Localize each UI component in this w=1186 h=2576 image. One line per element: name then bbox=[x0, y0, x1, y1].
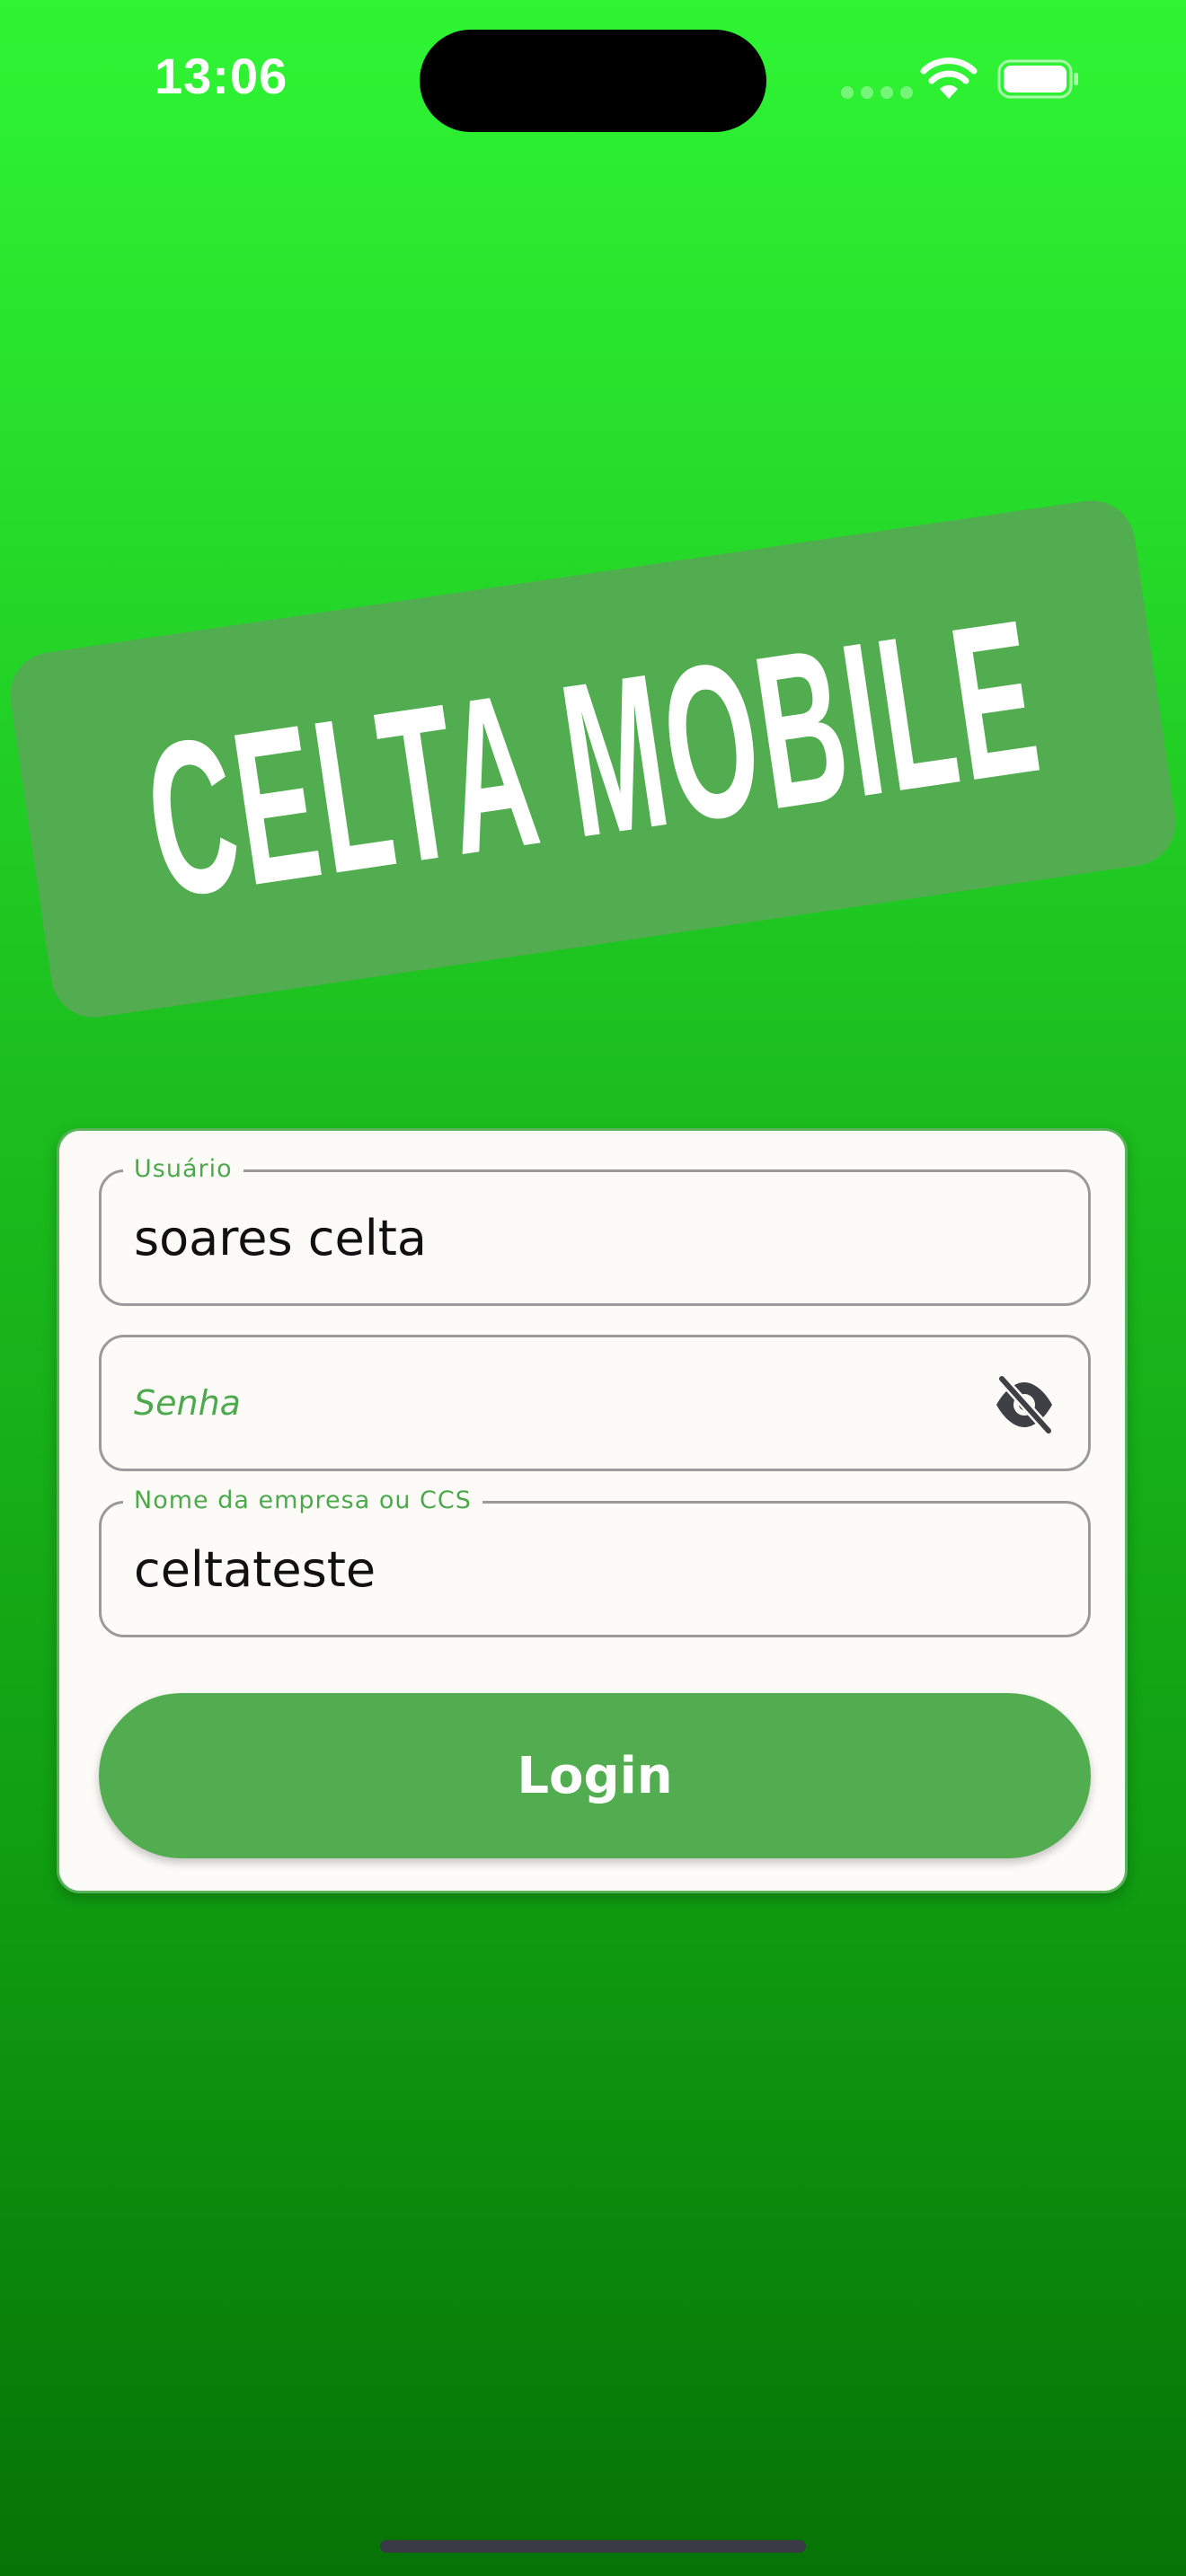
company-label: Nome da empresa ou CCS bbox=[123, 1486, 482, 1516]
password-placeholder: Senha bbox=[134, 1383, 241, 1423]
dynamic-island bbox=[420, 30, 766, 132]
company-value[interactable]: celtateste bbox=[134, 1541, 376, 1599]
login-card: Usuário soares celta Senha Nome da empre… bbox=[57, 1128, 1128, 1893]
password-field[interactable]: Senha bbox=[99, 1335, 1091, 1471]
login-button[interactable]: Login bbox=[99, 1693, 1091, 1858]
home-indicator[interactable] bbox=[380, 2540, 806, 2553]
eye-off-icon[interactable] bbox=[993, 1373, 1056, 1436]
status-time: 13:06 bbox=[155, 48, 288, 104]
username-field[interactable]: Usuário soares celta bbox=[99, 1154, 1091, 1306]
wifi-icon bbox=[920, 57, 978, 99]
app-logo-banner: CELTA MOBILE bbox=[4, 494, 1182, 1024]
username-value[interactable]: soares celta bbox=[134, 1210, 427, 1267]
app-logo-text: CELTA MOBILE bbox=[132, 572, 1054, 945]
company-field[interactable]: Nome da empresa ou CCS celtateste bbox=[99, 1486, 1091, 1637]
cellular-signal-icon bbox=[841, 86, 913, 99]
battery-icon bbox=[997, 59, 1078, 99]
username-label: Usuário bbox=[123, 1154, 243, 1185]
